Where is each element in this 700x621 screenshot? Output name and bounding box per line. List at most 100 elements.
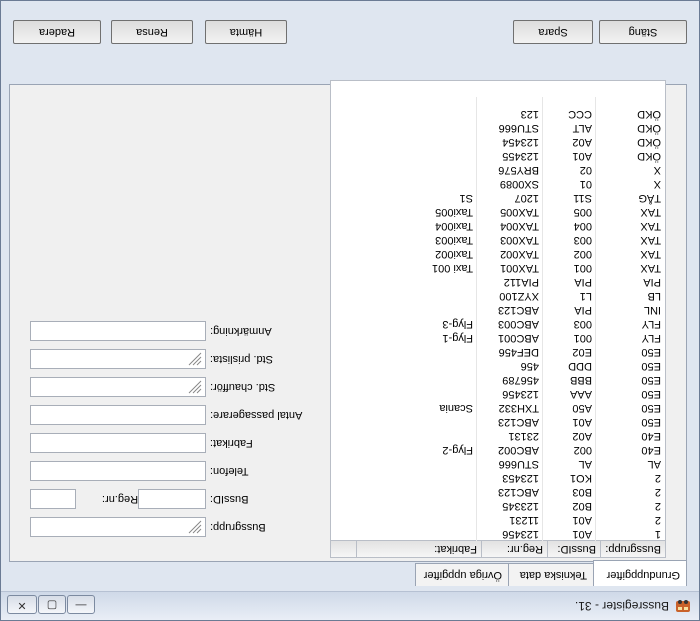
table-cell xyxy=(353,513,477,527)
table-row[interactable]: INL PIA ABC123 xyxy=(331,303,665,317)
table-row[interactable]: E50 A50 TXH332 Scania xyxy=(331,401,665,415)
table-row[interactable]: TAX 002 TAX002 Taxi002 xyxy=(331,247,665,261)
table-cell: TAX005 xyxy=(500,206,539,218)
close-button[interactable]: Stäng xyxy=(599,20,687,44)
prislista-select[interactable] xyxy=(30,349,206,369)
table-row[interactable]: TÅG S11 1207 S1 xyxy=(331,191,665,205)
tab-tekniska-data[interactable]: Tekniska data xyxy=(508,563,594,586)
table-row[interactable]: E40 002 ABC002 Flyg-2 xyxy=(331,443,665,457)
table-cell: 456 xyxy=(520,360,539,372)
table-cell xyxy=(353,345,477,359)
table-cell: ABC003 xyxy=(498,318,539,330)
dropdown-grip-icon xyxy=(188,520,202,534)
app-window: Bussregister - 31. — ▢ ✕ Grunduppgifter … xyxy=(0,0,700,621)
table-row[interactable]: ÖKD A02 123454 xyxy=(331,135,665,149)
column-header-bussgrupp[interactable]: Bussgrupp: xyxy=(600,541,665,557)
table-cell: 003 xyxy=(573,234,592,246)
table-cell: E40 xyxy=(641,430,661,442)
table-cell xyxy=(353,149,477,163)
passagerare-input[interactable] xyxy=(30,405,206,425)
table-row[interactable]: E50 AAA 123456 xyxy=(331,387,665,401)
regnr-input[interactable] xyxy=(138,489,206,509)
table-row[interactable]: 2 B02 123345 xyxy=(331,499,665,513)
bussid-input[interactable] xyxy=(30,489,76,509)
table-row[interactable]: ÖKD ALT STU666 xyxy=(331,121,665,135)
table-row[interactable]: X 02 BRY576 xyxy=(331,163,665,177)
table-cell: 123456 xyxy=(502,528,539,540)
table-cell: ÖKD xyxy=(637,108,661,120)
table-row[interactable]: E50 BBB 456789 xyxy=(331,373,665,387)
table-row[interactable]: AL AL STU666 xyxy=(331,457,665,471)
table-cell: TÅG xyxy=(638,192,661,204)
table-row[interactable]: E50 A01 ABC123 xyxy=(331,415,665,429)
table-cell: ÖKD xyxy=(637,150,661,162)
table-cell: 11231 xyxy=(509,514,539,526)
bussgrupp-select[interactable] xyxy=(30,517,206,537)
close-window-button[interactable]: ✕ xyxy=(7,595,37,614)
column-header-regnr[interactable]: Reg.nr: xyxy=(481,541,547,557)
maximize-button[interactable]: ▢ xyxy=(38,595,66,614)
table-cell: TAX004 xyxy=(500,220,539,232)
table-cell: FLY xyxy=(641,318,661,330)
column-header-fabrikat[interactable]: Fabrikat: xyxy=(356,541,481,557)
table-cell: 123345 xyxy=(502,500,539,512)
table-cell: DDD xyxy=(568,360,592,372)
table-row[interactable]: E50 E02 DEF456 xyxy=(331,345,665,359)
table-row[interactable]: TAX 001 TAX001 Taxi 001 xyxy=(331,261,665,275)
table-row[interactable]: E40 A02 23131 xyxy=(331,429,665,443)
table-row[interactable]: FLY 001 ABC001 Flyg-1 xyxy=(331,331,665,345)
fabrikat-input[interactable] xyxy=(30,433,206,453)
dropdown-grip-icon xyxy=(188,380,202,394)
table-row[interactable]: 2 A01 11231 xyxy=(331,513,665,527)
telefon-input[interactable] xyxy=(30,461,206,481)
table-cell: 01 xyxy=(579,178,592,190)
table-row[interactable]: 1 A01 123456 xyxy=(331,527,665,541)
table-cell: TAX xyxy=(640,220,661,232)
anmarkning-input[interactable] xyxy=(30,321,206,341)
table-cell xyxy=(353,387,477,401)
bus-table[interactable]: Bussgrupp: BussID: Reg.nr: Fabrikat: 1 A0… xyxy=(330,80,666,558)
table-row[interactable]: PIA PIA PIA112 xyxy=(331,275,665,289)
chauffor-select[interactable] xyxy=(30,377,206,397)
table-cell: XYZ100 xyxy=(499,290,539,302)
tab-ovriga-uppgifter[interactable]: Övriga uppgifter xyxy=(415,563,509,586)
table-row[interactable]: ÖKD CCC 123 xyxy=(331,107,665,121)
table-cell: 2 xyxy=(654,500,661,512)
table-row[interactable]: 2 B03 ABC123 xyxy=(331,485,665,499)
table-cell: Taxi 001 xyxy=(432,262,473,274)
table-row[interactable]: FLY 003 ABC003 Flyg-3 xyxy=(331,317,665,331)
table-cell: ABC123 xyxy=(498,416,539,428)
table-cell: E02 xyxy=(572,346,592,358)
title-bar[interactable]: Bussregister - 31. — ▢ ✕ xyxy=(1,591,699,620)
table-cell xyxy=(353,527,477,541)
table-cell: E50 xyxy=(641,360,661,372)
flipped-screenshot: Bussregister - 31. — ▢ ✕ Grunduppgifter … xyxy=(0,0,700,621)
table-cell: AL xyxy=(647,458,661,470)
delete-button[interactable]: Radera xyxy=(13,20,101,44)
clear-button[interactable]: Rensa xyxy=(111,20,193,44)
table-cell: Flyg-2 xyxy=(442,444,473,456)
table-row[interactable]: E50 DDD 456 xyxy=(331,359,665,373)
minimize-button[interactable]: — xyxy=(67,595,95,614)
table-cell: E50 xyxy=(641,402,661,414)
table-row[interactable]: LB L1 XYZ100 xyxy=(331,289,665,303)
table-row[interactable]: TAX 003 TAX003 Taxi003 xyxy=(331,233,665,247)
table-cell: FLY xyxy=(641,332,661,344)
column-header-bussid[interactable]: BussID: xyxy=(547,541,600,557)
table-cell: DEF456 xyxy=(498,346,539,358)
table-cell: 001 xyxy=(573,262,592,274)
table-cell: E40 xyxy=(641,444,661,456)
save-button[interactable]: Spara xyxy=(513,20,593,44)
table-row[interactable]: TAX 004 TAX004 Taxi004 xyxy=(331,219,665,233)
table-cell: E50 xyxy=(641,374,661,386)
table-row[interactable]: 2 KO1 123453 xyxy=(331,471,665,485)
table-row[interactable]: X 01 SX0089 xyxy=(331,177,665,191)
table-cell: LB xyxy=(647,290,661,302)
table-cell: Flyg-1 xyxy=(442,332,473,344)
close-icon: ✕ xyxy=(17,599,27,611)
tab-grunduppgifter[interactable]: Grunduppgifter xyxy=(593,560,687,586)
table-row[interactable]: TAX 005 TAX005 Taxi005 xyxy=(331,205,665,219)
table-cell: TAX xyxy=(640,248,661,260)
fetch-button[interactable]: Hämta xyxy=(205,20,287,44)
table-row[interactable]: ÖKD A01 123455 xyxy=(331,149,665,163)
